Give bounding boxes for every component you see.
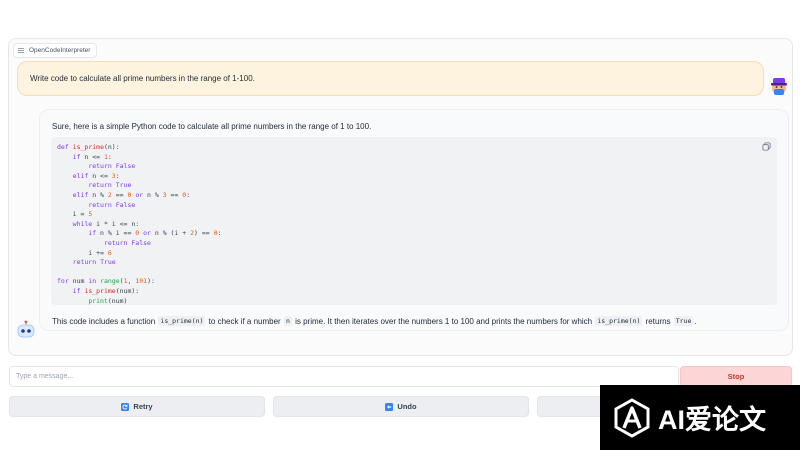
code-line: return True xyxy=(72,258,116,267)
code-line: if n % i == 0 or n % (i + 2) == 0: xyxy=(88,229,222,238)
code-line: i = 5 xyxy=(57,210,93,219)
code-line: while i * i <= n: xyxy=(72,219,140,228)
undo-button[interactable]: Undo xyxy=(273,396,529,417)
watermark-logo-icon xyxy=(614,397,650,438)
code-line: if is_prime(num): xyxy=(72,287,140,295)
watermark: AI爱论文 xyxy=(600,385,800,450)
undo-label: Undo xyxy=(397,402,417,411)
code-line: return True xyxy=(88,181,132,190)
inline-code-is-prime: is_prime(n) xyxy=(158,316,206,326)
code-line: print(num) xyxy=(88,296,128,305)
bot-avatar-icon xyxy=(17,320,35,338)
user-message-text: Write code to calculate all prime number… xyxy=(30,74,255,83)
code-line: elif n % 2 == 0 or n % 3 == 0: xyxy=(72,191,191,199)
inline-code-is-prime-2: is_prime(n) xyxy=(595,316,643,326)
code-line: return False xyxy=(103,239,151,247)
outro-text-2: to check if a number xyxy=(206,316,283,326)
user-avatar-icon xyxy=(771,78,787,95)
retry-label: Retry xyxy=(133,402,153,411)
copy-icon[interactable] xyxy=(762,142,771,151)
message-input[interactable] xyxy=(9,366,679,387)
code-block: def is_prime(n): if n <= 1: return False… xyxy=(51,137,777,305)
stop-button[interactable]: Stop xyxy=(680,366,792,387)
bot-message: Sure, here is a simple Python code to ca… xyxy=(39,109,789,331)
outro-text-5: . xyxy=(694,316,697,326)
outro-text-4: returns xyxy=(643,316,673,326)
inline-code-true: True xyxy=(673,316,694,326)
user-message: Write code to calculate all prime number… xyxy=(17,61,764,96)
watermark-text: AI爱论文 xyxy=(658,405,766,435)
retry-icon xyxy=(121,402,130,411)
chatbot-label: OpenCodeInterpreter xyxy=(13,43,98,58)
bot-intro-text: Sure, here is a simple Python code to ca… xyxy=(52,122,372,131)
outro-text-3: is prime. It then iterates over the numb… xyxy=(292,316,595,326)
code-line: elif n <= 3: xyxy=(72,171,120,180)
chatbot-label-text: OpenCodeInterpreter xyxy=(29,47,91,54)
bot-outro-text: This code includes a function is_prime(n… xyxy=(52,316,697,326)
retry-button[interactable]: Retry xyxy=(9,396,265,417)
undo-icon xyxy=(385,402,394,411)
chat-panel: OpenCodeInterpreter Write code to calcul… xyxy=(8,38,793,356)
code-line: return False xyxy=(88,200,136,209)
code-line: if n <= 1: xyxy=(72,152,112,161)
code-line: i += 6 xyxy=(57,248,112,257)
inline-code-n: n xyxy=(283,316,292,326)
code-line: def is_prime(n): xyxy=(57,143,120,151)
code-line: return False xyxy=(88,162,136,171)
chat-icon xyxy=(18,48,24,53)
outro-text-1: This code includes a function xyxy=(52,316,158,326)
code-line: for num in range(1, 101): xyxy=(57,277,155,286)
